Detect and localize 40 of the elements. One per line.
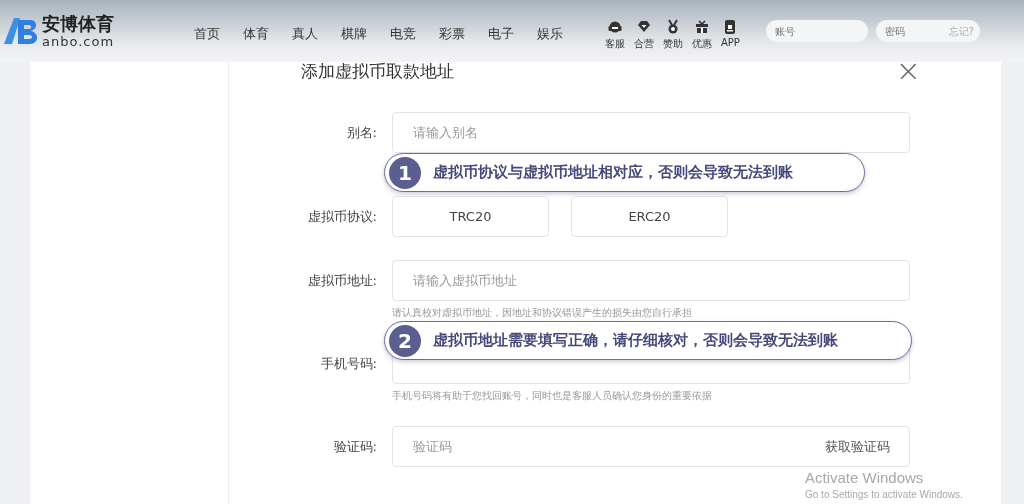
input-field[interactable]: 请输入别名 bbox=[392, 112, 910, 153]
nav-link[interactable]: 电子 bbox=[482, 25, 520, 43]
get-code-link[interactable]: 获取验证码 bbox=[825, 438, 890, 456]
number-badge: 1 bbox=[389, 156, 421, 189]
field-hint: 请认真校对虚拟币地址，因地址和协议错误产生的损失由您自行承担 bbox=[392, 306, 693, 320]
nav-link[interactable]: 娱乐 bbox=[531, 25, 569, 43]
nav-link[interactable]: 首页 bbox=[188, 25, 226, 43]
field-hint: 手机号码将有助于您找回账号，同时也是客服人员确认您身份的重要依据 bbox=[392, 389, 713, 403]
close-button[interactable]: × bbox=[895, 60, 921, 82]
gift-icon bbox=[694, 19, 710, 35]
callout-text: 虚拟币协议与虚拟币地址相对应，否则会导致无法到账 bbox=[433, 163, 793, 182]
brand-domain: anbo.com bbox=[42, 35, 115, 49]
nav-link[interactable]: 电竞 bbox=[384, 25, 422, 43]
protocol-option[interactable]: TRC20 bbox=[392, 196, 549, 237]
toolbar-button[interactable]: APP bbox=[721, 19, 740, 51]
field-label: 虚拟币地址: bbox=[306, 272, 377, 290]
toolbar-button[interactable]: 优惠 bbox=[692, 19, 712, 51]
dialog-title: 添加虚拟币取款地址 bbox=[301, 59, 454, 83]
callout-text: 虚拟币地址需要填写正确，请仔细核对，否则会导致无法到账 bbox=[433, 331, 838, 350]
activation-text: Go to Settings to activate Windows. bbox=[805, 489, 963, 500]
field-label: 验证码: bbox=[332, 438, 377, 456]
toolbar-button[interactable]: 赞助 bbox=[663, 19, 683, 51]
nav-link[interactable]: 体育 bbox=[237, 25, 275, 43]
brand-name: 安博体育 bbox=[42, 13, 115, 35]
nav-link[interactable]: 彩票 bbox=[433, 25, 471, 43]
nav-link[interactable]: 真人 bbox=[286, 25, 324, 43]
logo-icon bbox=[2, 16, 40, 46]
account-field[interactable]: 账号 bbox=[765, 20, 868, 42]
field-label: 虚拟币协议: bbox=[306, 208, 377, 226]
toolbar-button[interactable]: 客服 bbox=[605, 19, 625, 51]
medal-icon bbox=[665, 19, 681, 35]
input-field[interactable]: 请输入虚拟币地址 bbox=[392, 260, 910, 301]
headset-icon bbox=[607, 19, 623, 35]
toolbar-button[interactable]: 合营 bbox=[634, 19, 654, 51]
number-badge: 2 bbox=[389, 324, 421, 357]
activation-title: Activate Windows bbox=[805, 469, 925, 486]
protocol-option[interactable]: ERC20 bbox=[571, 196, 728, 237]
nav-link[interactable]: 棋牌 bbox=[335, 25, 373, 43]
field-label: 手机号码: bbox=[319, 355, 377, 373]
field-label: 别名: bbox=[345, 124, 377, 142]
